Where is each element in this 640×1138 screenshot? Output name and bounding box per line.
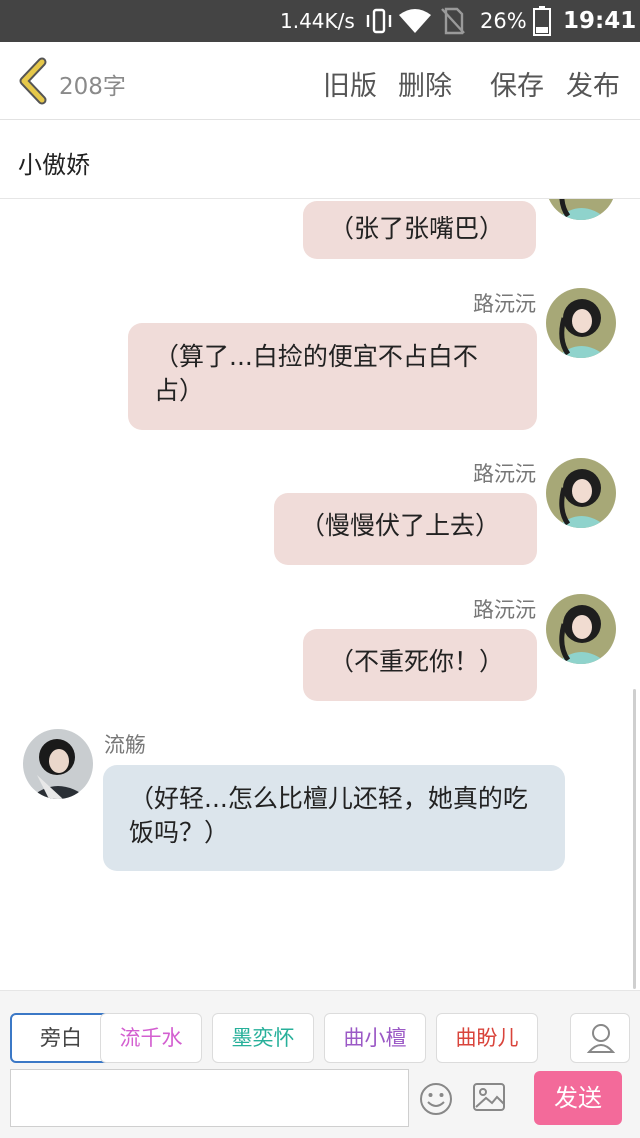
role-label: 曲盼儿 <box>455 1026 519 1050</box>
avatar-female-image <box>546 594 616 664</box>
role-label: 墨奕怀 <box>231 1026 295 1050</box>
sender-name: 流觞 <box>104 733 146 757</box>
message-bubble[interactable]: （好轻...怎么比檀儿还轻，她真的吃饭吗？） <box>103 765 565 871</box>
role-label: 曲小檀 <box>343 1026 407 1050</box>
message-input[interactable] <box>10 1069 409 1127</box>
editor-toolbar: 208字 旧版 删除 保存 发布 <box>0 42 640 120</box>
image-icon[interactable] <box>472 1080 506 1114</box>
message-text: （不重死你！） <box>329 647 505 676</box>
status-bar: 1.44K/s 26% 19:41 <box>0 0 640 42</box>
message-text: （张了张嘴巴） <box>329 214 505 243</box>
role-chip[interactable]: 墨奕怀 <box>212 1013 314 1063</box>
role-chip[interactable]: 曲小檀 <box>324 1013 426 1063</box>
old-version-button[interactable]: 旧版 <box>323 64 377 103</box>
person-icon <box>586 1024 616 1053</box>
message-text: （算了...白捡的便宜不占白不占） <box>154 342 478 405</box>
message-text: （慢慢伏了上去） <box>300 511 501 540</box>
avatar-female-image <box>546 199 616 220</box>
role-manager-button[interactable] <box>570 1013 630 1063</box>
sender-name: 路沅沅 <box>473 292 536 316</box>
battery-icon <box>533 6 551 36</box>
no-sim-icon <box>441 7 465 35</box>
message-bubble[interactable]: （算了...白捡的便宜不占白不占） <box>128 323 537 430</box>
role-label: 流千水 <box>119 1026 183 1050</box>
role-chip[interactable]: 曲盼儿 <box>436 1013 538 1063</box>
avatar-female[interactable] <box>546 458 616 528</box>
avatar-female-image <box>546 458 616 528</box>
delete-button[interactable]: 删除 <box>398 64 452 103</box>
chevron-left-icon <box>19 57 47 105</box>
avatar-male[interactable] <box>23 729 93 799</box>
vibrate-icon <box>366 8 392 34</box>
wifi-icon <box>399 9 431 33</box>
back-button[interactable] <box>14 56 54 106</box>
message-text: （好轻...怎么比檀儿还轻，她真的吃饭吗？） <box>129 784 528 847</box>
role-label: 旁白 <box>40 1026 82 1050</box>
story-title-bar[interactable]: 小傲娇 <box>0 121 640 199</box>
avatar-male-image <box>23 729 93 799</box>
battery-percent: 26% <box>480 9 527 33</box>
role-chip[interactable]: 流千水 <box>100 1013 202 1063</box>
avatar-female[interactable] <box>546 288 616 358</box>
message-bubble[interactable]: （不重死你！） <box>303 629 537 701</box>
clock: 19:41 <box>563 8 637 34</box>
avatar-female-image <box>546 288 616 358</box>
save-button[interactable]: 保存 <box>490 64 544 103</box>
chat-area[interactable]: （张了张嘴巴） 路沅沅 （算了...白捡的便宜不占白不占） 路沅沅 （慢慢伏了上… <box>0 199 640 990</box>
emoji-icon[interactable] <box>419 1082 453 1116</box>
sender-name: 路沅沅 <box>473 598 536 622</box>
sender-name: 路沅沅 <box>473 462 536 486</box>
word-count: 208字 <box>59 74 126 100</box>
chat-scrollbar[interactable] <box>633 689 636 989</box>
role-chip-narration[interactable]: 旁白 <box>10 1013 112 1063</box>
story-title: 小傲娇 <box>18 151 90 179</box>
composer-panel: 旁白 流千水 墨奕怀 曲小檀 曲盼儿 发送 <box>0 990 640 1138</box>
avatar-female[interactable] <box>546 199 616 220</box>
avatar-female[interactable] <box>546 594 616 664</box>
network-speed: 1.44K/s <box>280 9 355 33</box>
publish-button[interactable]: 发布 <box>566 64 620 103</box>
message-bubble[interactable]: （张了张嘴巴） <box>303 201 536 259</box>
send-button[interactable]: 发送 <box>534 1071 622 1125</box>
message-bubble[interactable]: （慢慢伏了上去） <box>274 493 537 565</box>
